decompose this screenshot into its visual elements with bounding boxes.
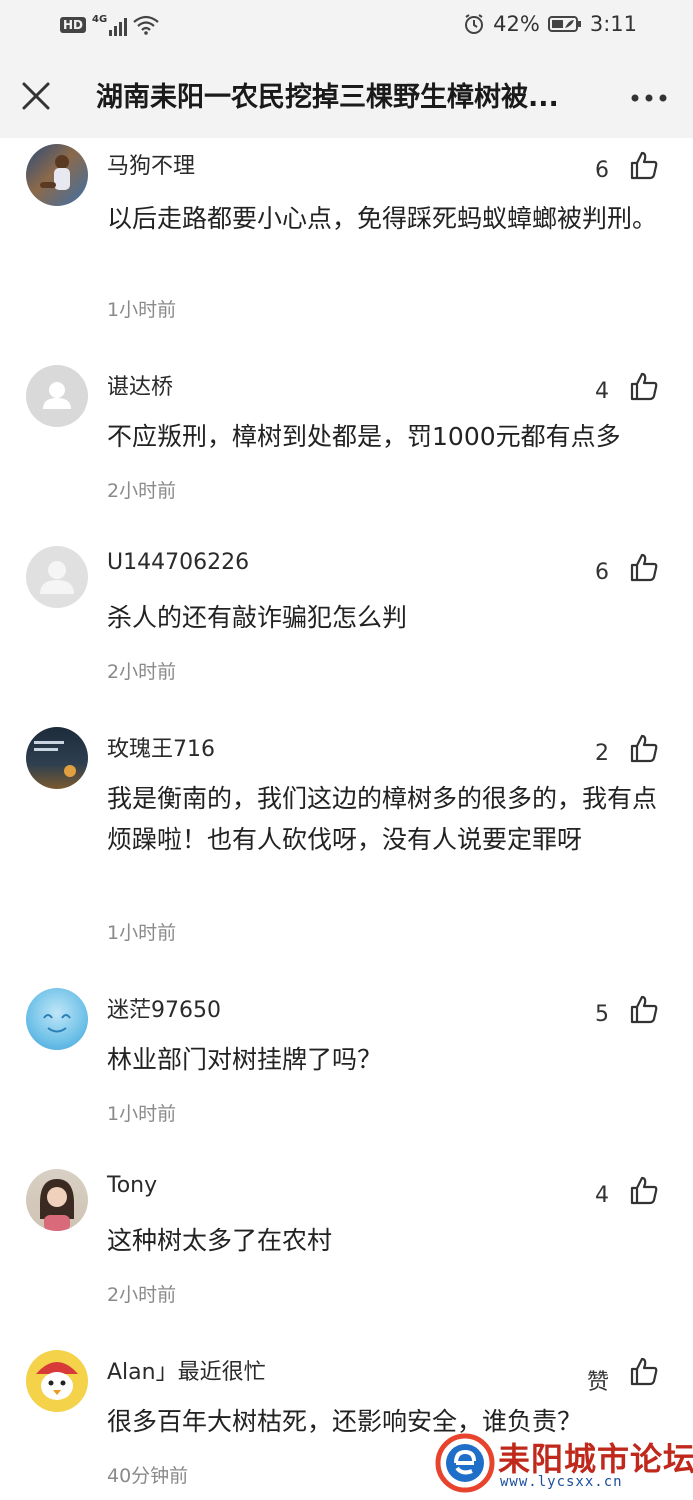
avatar[interactable] [26, 365, 88, 427]
hd-badge: HD [60, 17, 87, 33]
thumbs-up-icon[interactable] [629, 733, 659, 763]
comment-time: 2小时前 [107, 1284, 177, 1306]
comment-text: 林业部门对树挂牌了吗？ [107, 1045, 383, 1074]
like-count: 5 [595, 1002, 609, 1027]
comment-text: 杀人的还有敲诈骗犯怎么判 [107, 603, 408, 632]
wifi-icon [133, 15, 159, 35]
thumbs-up-icon[interactable] [629, 994, 659, 1024]
avatar[interactable] [26, 727, 88, 789]
comment-username[interactable]: 玫瑰王716 [107, 731, 215, 763]
site-logo-icon [435, 1433, 495, 1493]
watermark-url: www.lycsxx.cn [500, 1474, 623, 1490]
avatar-photo-icon [36, 1362, 78, 1400]
comment-username[interactable]: 迷茫97650 [107, 992, 221, 1024]
status-left: HD 4G [60, 14, 159, 36]
top-bar: 湖南耒阳一农民挖掉三棵野生樟树被... [0, 56, 693, 138]
comment-text: 不应叛刑，樟树到处都是，罚1000元都有点多 [107, 422, 621, 451]
default-avatar-icon [40, 561, 74, 594]
battery-icon [547, 16, 581, 32]
avatar[interactable] [26, 1169, 88, 1231]
thumbs-up-icon[interactable] [629, 1175, 659, 1205]
like-count: 6 [595, 560, 609, 585]
avatar-photo-icon [40, 155, 70, 190]
comment-username[interactable]: Tony [107, 1173, 157, 1198]
default-avatar-icon [43, 382, 71, 409]
comment-text: 这种树太多了在农村 [107, 1226, 333, 1255]
avatar[interactable] [26, 144, 88, 206]
signal-type-label: 4G [92, 14, 108, 25]
thumbs-up-icon[interactable] [629, 371, 659, 401]
comment-text: 以后走路都要小心点，免得踩死蚂蚁蟑螂被判刑。 [107, 204, 658, 233]
status-right: 42% 3:11 [463, 12, 637, 36]
comment-time: 1小时前 [107, 1103, 177, 1125]
signal-icon: 4G [92, 14, 128, 36]
comment-time: 2小时前 [107, 480, 177, 502]
status-bar: HD 4G 42% 3:11 [0, 0, 693, 56]
comment-time: 1小时前 [107, 299, 177, 321]
like-count: 赞 [586, 1370, 609, 1395]
comment-username[interactable]: U144706226 [107, 550, 249, 575]
thumbs-up-icon[interactable] [629, 1356, 659, 1386]
comment-username[interactable]: Alan」最近很忙 [107, 1354, 266, 1386]
comment-text: 我是衡南的，我们这边的樟树多的很多的，我有点烦躁啦！也有人砍伐呀，没有人说要定罪… [107, 784, 658, 854]
alarm-icon [465, 14, 484, 34]
like-count: 6 [595, 158, 609, 183]
like-count: 4 [595, 379, 609, 404]
page-title: 湖南耒阳一农民挖掉三棵野生樟树被... [96, 82, 559, 113]
like-count: 2 [595, 741, 609, 766]
thumbs-up-icon[interactable] [629, 552, 659, 582]
comment-time: 1小时前 [107, 922, 177, 944]
comment-username[interactable]: 谌达桥 [107, 369, 173, 401]
avatar-photo-icon [40, 1179, 74, 1231]
comment-time: 2小时前 [107, 661, 177, 683]
more-options-icon[interactable] [629, 84, 669, 112]
comment-username[interactable]: 马狗不理 [107, 148, 195, 180]
close-icon[interactable] [18, 78, 54, 114]
avatar[interactable] [26, 1350, 88, 1412]
avatar-photo-icon [34, 741, 76, 777]
comment-time: 40分钟前 [107, 1465, 189, 1487]
thumbs-up-icon[interactable] [629, 150, 659, 180]
like-count: 4 [595, 1183, 609, 1208]
avatar[interactable] [26, 546, 88, 608]
status-time: 3:11 [589, 12, 637, 36]
battery-percent: 42% [493, 12, 540, 36]
avatar[interactable] [26, 988, 88, 1050]
site-watermark: 耒阳城市论坛 www.lycsxx.cn [434, 1432, 693, 1494]
avatar-photo-icon [43, 1014, 71, 1033]
